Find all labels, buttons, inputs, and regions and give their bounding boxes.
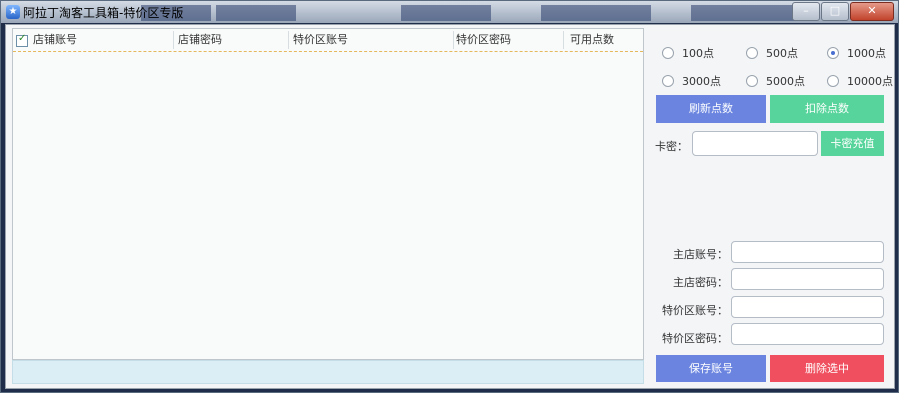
minimize-button[interactable]: –	[792, 2, 820, 21]
radio-500[interactable]: 500点	[746, 45, 798, 61]
column-header-available-points[interactable]: 可用点数	[570, 29, 614, 51]
deduct-points-button[interactable]: 扣除点数	[770, 95, 884, 123]
title-bar-band	[401, 5, 491, 21]
special-account-label: 特价区账号：	[662, 304, 728, 317]
title-bar-band	[541, 5, 651, 21]
radio-100[interactable]: 100点	[662, 45, 714, 61]
radio-3000[interactable]: 3000点	[662, 73, 721, 89]
status-bar	[12, 360, 644, 384]
special-password-label: 特价区密码：	[662, 332, 728, 345]
radio-label: 5000点	[766, 75, 805, 88]
radio-label: 1000点	[847, 47, 886, 60]
radio-indicator	[662, 75, 674, 87]
main-password-input[interactable]	[731, 268, 884, 290]
radio-5000[interactable]: 5000点	[746, 73, 805, 89]
radio-label: 100点	[682, 47, 714, 60]
radio-indicator	[746, 47, 758, 59]
app-window: ★ 阿拉丁淘客工具箱-特价区专版 – □ ✕ ✓ 店铺账号 店铺密码 特价区账号…	[0, 0, 899, 393]
client-area: ✓ 店铺账号 店铺密码 特价区账号 特价区密码 可用点数 100点 500点 1…	[5, 24, 895, 389]
main-account-label: 主店账号：	[673, 248, 728, 261]
delete-selected-button[interactable]: 删除选中	[770, 355, 884, 382]
radio-10000[interactable]: 10000点	[827, 73, 893, 89]
account-grid[interactable]: ✓ 店铺账号 店铺密码 特价区账号 特价区密码 可用点数	[12, 28, 644, 360]
refresh-points-button[interactable]: 刷新点数	[656, 95, 766, 123]
column-divider	[288, 31, 289, 49]
radio-indicator	[662, 47, 674, 59]
save-account-button[interactable]: 保存账号	[656, 355, 766, 382]
radio-indicator	[827, 47, 839, 59]
special-account-input[interactable]	[731, 296, 884, 318]
column-divider	[453, 31, 454, 49]
maximize-button[interactable]: □	[821, 2, 849, 21]
radio-indicator	[827, 75, 839, 87]
radio-label: 3000点	[682, 75, 721, 88]
card-recharge-button[interactable]: 卡密充值	[821, 131, 884, 156]
column-header-special-password[interactable]: 特价区密码	[456, 29, 511, 51]
select-all-checkbox[interactable]: ✓	[16, 33, 28, 47]
radio-label: 10000点	[847, 75, 893, 88]
app-icon: ★	[6, 5, 20, 19]
grid-header: ✓ 店铺账号 店铺密码 特价区账号 特价区密码 可用点数	[13, 29, 643, 52]
radio-1000[interactable]: 1000点	[827, 45, 886, 61]
column-divider	[563, 31, 564, 49]
main-account-input[interactable]	[731, 241, 884, 263]
column-header-special-account[interactable]: 特价区账号	[293, 29, 348, 51]
title-bar[interactable]: ★ 阿拉丁淘客工具箱-特价区专版 – □ ✕	[1, 1, 898, 23]
card-key-input[interactable]	[692, 131, 818, 156]
title-bar-band	[691, 5, 801, 21]
column-divider	[173, 31, 174, 49]
radio-indicator	[746, 75, 758, 87]
close-button[interactable]: ✕	[850, 2, 894, 21]
window-title: 阿拉丁淘客工具箱-特价区专版	[23, 6, 184, 20]
main-password-label: 主店密码：	[673, 276, 728, 289]
column-header-shop-account[interactable]: 店铺账号	[33, 29, 77, 51]
special-password-input[interactable]	[731, 323, 884, 345]
card-key-label: 卡密：	[655, 140, 688, 153]
column-header-shop-password[interactable]: 店铺密码	[178, 29, 222, 51]
radio-label: 500点	[766, 47, 798, 60]
check-icon: ✓	[18, 33, 27, 44]
title-bar-band	[216, 5, 296, 21]
